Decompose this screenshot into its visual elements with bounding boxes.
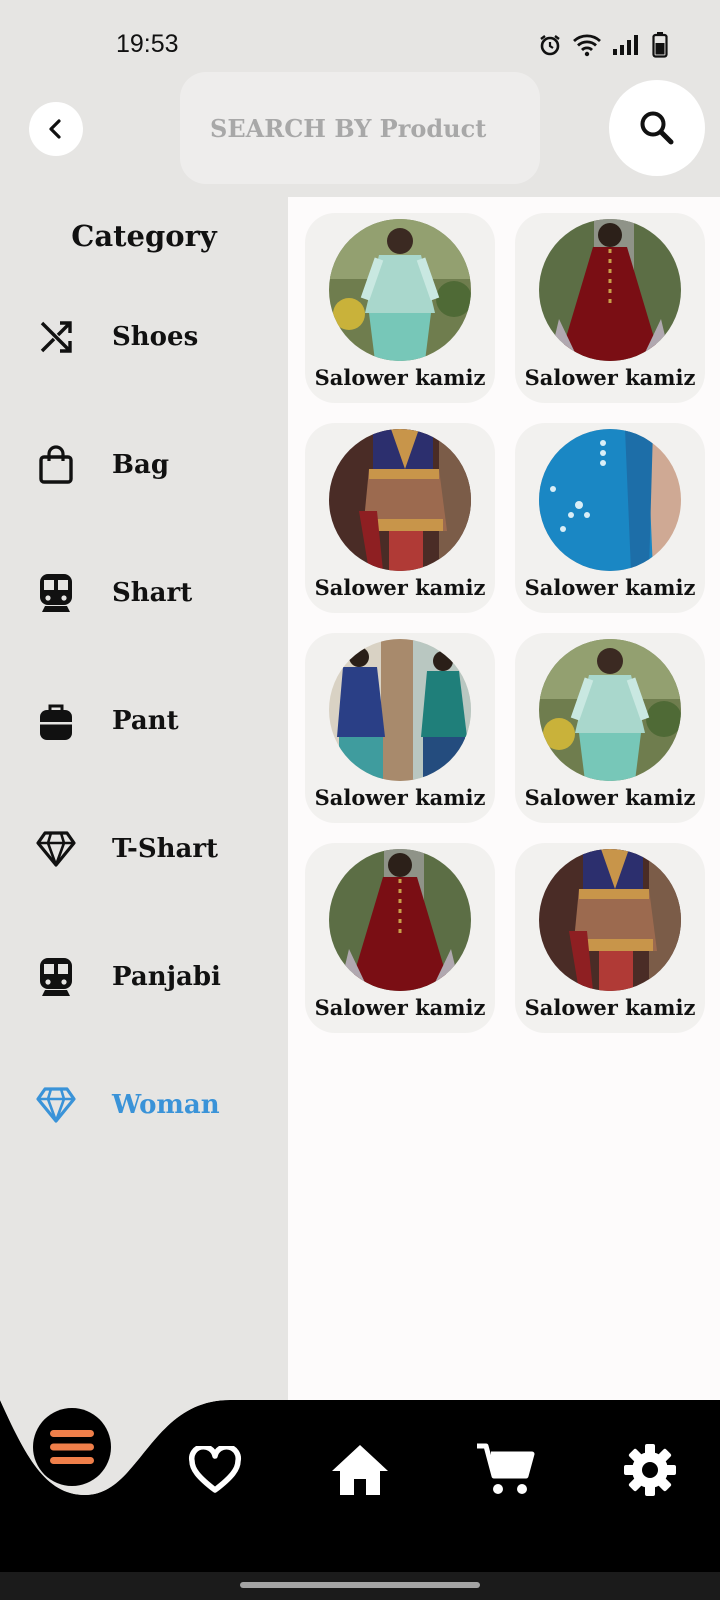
category-item-shart[interactable]: Shart	[0, 558, 288, 628]
shuffle-icon	[36, 317, 76, 357]
category-item-bag[interactable]: Bag	[0, 430, 288, 500]
category-label: Shoes	[112, 322, 199, 352]
product-image	[539, 219, 681, 361]
product-card[interactable]: Salower kamiz	[515, 213, 705, 403]
product-card[interactable]: Salower kamiz	[515, 843, 705, 1033]
product-name: Salower kamiz	[524, 365, 696, 390]
alarm-icon	[540, 35, 560, 56]
product-name: Salower kamiz	[314, 365, 486, 390]
category-title: Category	[71, 219, 217, 253]
product-image	[539, 849, 681, 991]
diamond-icon	[36, 1085, 76, 1125]
status-icons	[538, 32, 668, 58]
product-name: Salower kamiz	[314, 575, 486, 600]
product-name: Salower kamiz	[314, 785, 486, 810]
product-image	[329, 219, 471, 361]
product-name: Salower kamiz	[524, 995, 696, 1020]
category-label: Woman	[112, 1090, 220, 1120]
category-item-panjabi[interactable]: Panjabi	[0, 942, 288, 1012]
cart-button[interactable]	[470, 1440, 540, 1500]
product-card[interactable]: Salower kamiz	[305, 633, 495, 823]
category-label: Panjabi	[112, 962, 221, 992]
home-icon	[332, 1445, 388, 1495]
battery-icon	[652, 32, 668, 58]
category-label: T-Shart	[112, 834, 219, 864]
train-icon	[36, 957, 76, 997]
menu-icon	[50, 1430, 94, 1464]
product-card[interactable]: Salower kamiz	[515, 423, 705, 613]
status-time: 19:53	[116, 30, 179, 58]
home-button[interactable]	[325, 1440, 395, 1500]
product-image	[329, 429, 471, 571]
back-button[interactable]	[29, 102, 83, 156]
product-image	[539, 639, 681, 781]
category-sidebar: Category Shoes Bag Shart Pant T-Shart Pa…	[0, 197, 288, 1419]
train-icon	[36, 573, 76, 613]
search-button[interactable]	[609, 80, 705, 176]
category-label: Bag	[112, 450, 170, 480]
settings-icon	[624, 1444, 676, 1496]
search-placeholder: SEARCH BY Product	[210, 113, 487, 143]
product-grid: Salower kamiz Salower kamiz Salower kami…	[288, 197, 720, 1419]
chevron-left-icon	[49, 119, 61, 139]
product-card[interactable]: Salower kamiz	[305, 843, 495, 1033]
wifi-icon	[573, 34, 601, 57]
product-image	[329, 639, 471, 781]
signal-icon	[613, 35, 638, 55]
search-input[interactable]: SEARCH BY Product	[180, 72, 540, 184]
menu-button[interactable]	[33, 1408, 111, 1486]
category-label: Shart	[112, 578, 193, 608]
search-icon	[640, 111, 674, 145]
home-indicator[interactable]	[240, 1582, 480, 1588]
product-name: Salower kamiz	[524, 785, 696, 810]
product-card[interactable]: Salower kamiz	[305, 213, 495, 403]
product-card[interactable]: Salower kamiz	[515, 633, 705, 823]
heart-icon	[188, 1446, 242, 1493]
diamond-icon	[36, 829, 76, 869]
category-label: Pant	[112, 706, 179, 736]
product-name: Salower kamiz	[524, 575, 696, 600]
category-item-t-shart[interactable]: T-Shart	[0, 814, 288, 884]
product-card[interactable]: Salower kamiz	[305, 423, 495, 613]
settings-button[interactable]	[615, 1440, 685, 1500]
suitcase-icon	[36, 701, 76, 741]
category-item-shoes[interactable]: Shoes	[0, 302, 288, 372]
cart-icon	[477, 1443, 535, 1494]
bottom-nav-bar	[0, 1400, 720, 1600]
product-image	[329, 849, 471, 991]
category-item-woman[interactable]: Woman	[0, 1070, 288, 1140]
shopping-bag-icon	[36, 445, 76, 485]
product-name: Salower kamiz	[314, 995, 486, 1020]
favorites-button[interactable]	[180, 1440, 250, 1500]
category-item-pant[interactable]: Pant	[0, 686, 288, 756]
product-image	[539, 429, 681, 571]
